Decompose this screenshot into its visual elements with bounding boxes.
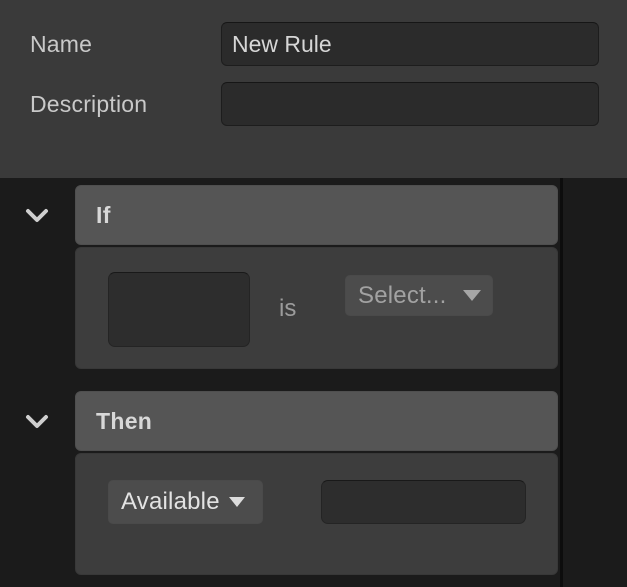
if-subject-input[interactable] [108,272,250,347]
if-operator-label: is [279,248,296,370]
group-then: Then Available [75,391,558,575]
if-condition-dropdown-value: Select... [358,282,447,310]
then-action-input[interactable] [321,480,526,524]
caret-down-icon-action [229,497,245,507]
group-if-title: If [96,186,111,244]
then-action-dropdown[interactable]: Available [108,480,263,524]
description-input[interactable] [221,82,599,126]
panel-divider [560,178,563,587]
then-action-dropdown-value: Available [121,488,220,516]
group-then-title: Then [96,392,152,450]
group-if: If is Select... [75,185,558,369]
field-row-name: Name New Rule [0,22,627,66]
name-input[interactable]: New Rule [221,22,599,66]
chevron-down-icon-if[interactable] [22,200,52,230]
chevron-down-icon-then[interactable] [22,406,52,436]
caret-down-icon-condition [463,290,481,301]
rule-header-panel: Name New Rule Description [0,0,627,178]
group-if-body: is Select... [75,247,558,369]
field-row-description: Description [0,82,627,126]
name-label: Name [30,22,92,66]
rule-editor-panel: Name New Rule Description If [0,0,627,587]
group-then-header[interactable]: Then [75,391,558,451]
group-then-body: Available [75,453,558,575]
if-condition-dropdown[interactable]: Select... [345,275,493,316]
description-label: Description [30,82,147,126]
group-if-header[interactable]: If [75,185,558,245]
rule-body: If is Select... Then Available [0,178,627,587]
